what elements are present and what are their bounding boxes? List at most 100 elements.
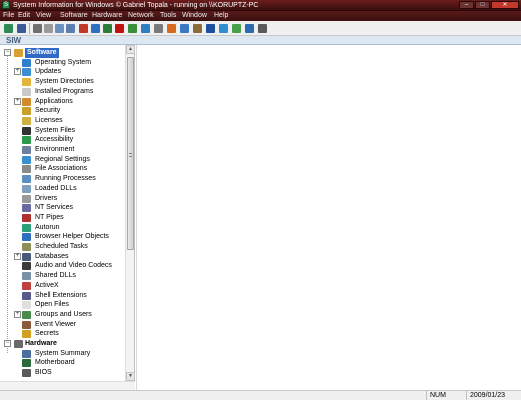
tree-item-label: Autorun [35,223,60,231]
tree-item-label: Loaded DLLs [35,184,77,192]
collapse-toggle[interactable]: − [4,340,11,347]
monitor-icon[interactable] [103,24,112,33]
print-icon[interactable] [33,24,42,33]
tree-item-label: Operating System [35,58,92,66]
navigation-tree[interactable]: − Software Operating System + Updates System … [0,45,135,390]
tree-item-label: Shell Extensions [35,291,87,299]
toolbar [0,21,521,36]
system-summary-icon [22,349,31,358]
shield-icon[interactable] [206,24,215,33]
tree-guide-line [7,53,8,353]
scroll-thumb[interactable] [127,57,134,250]
sensor-icon[interactable] [180,24,189,33]
menu-network[interactable]: Network [128,12,154,20]
expand-toggle[interactable]: + [14,68,21,76]
refresh-icon[interactable] [141,24,150,33]
collapse-toggle[interactable]: − [4,49,11,56]
shared-dlls-icon [22,272,31,281]
system-files-icon [22,126,31,135]
tree-item-label: Motherboard [35,359,75,367]
save-icon[interactable] [17,24,26,33]
tree-item-label: Running Processes [35,175,96,183]
scheduled-tasks-icon [22,243,31,251]
tree-item-label: Regional Settings [35,155,90,163]
chip-icon[interactable] [167,24,176,33]
codecs-icon [22,262,31,271]
tree-item-label: NT Services [35,204,73,212]
tree-item-label: Audio and Video Codecs [35,262,112,270]
tree-item-label: Browser Helper Objects [35,233,109,241]
close-button[interactable]: ✕ [491,1,519,9]
expand-toggle[interactable]: + [14,252,21,260]
copy-icon[interactable] [55,24,64,33]
tools-icon[interactable] [193,24,202,33]
info-icon[interactable] [245,24,254,33]
find-icon[interactable] [66,24,75,33]
menu-software[interactable]: Software [60,12,88,20]
tree-item-label: Updates [35,68,62,76]
status-datetime: 2009/01/23 17:02 [466,391,521,400]
tree-item-label: System Summary [35,349,91,357]
database-icon [22,252,31,261]
accessibility-icon [22,136,31,145]
help-icon[interactable] [91,24,100,33]
disk-icon[interactable] [154,24,163,33]
tree-item-label: System Directories [35,78,94,86]
environment-icon [22,146,31,154]
minimize-button[interactable]: – [459,1,474,9]
status-bar: NUM 2009/01/23 17:02 [0,390,521,400]
windows-icon [22,58,31,67]
users-icon [22,310,31,319]
processes-icon [22,175,31,184]
cut-icon[interactable] [44,24,53,33]
tree-category-label: Hardware [25,340,57,347]
menu-help[interactable]: Help [214,12,228,20]
drive-icon[interactable] [115,24,124,33]
menu-edit[interactable]: Edit [18,12,30,20]
maximize-button[interactable]: □ [475,1,490,9]
update-icon [22,68,31,77]
file-associations-icon [22,165,31,174]
secrets-icon [22,330,31,339]
tree-item-label: Environment [35,146,75,153]
tree-vertical-scrollbar[interactable]: ▲ ▼ [125,45,135,381]
hardware-category-icon [14,340,23,348]
services-icon [22,204,31,213]
expand-toggle[interactable]: + [14,97,21,105]
title-bar: S System Information for Windows © Gabri… [0,0,521,11]
menu-file[interactable]: File [3,12,14,20]
user-icon[interactable] [232,24,241,33]
network-icon[interactable] [128,24,137,33]
app-icon[interactable]: S [2,1,10,9]
globe-icon [22,155,31,164]
siw-header-bar: SIW [0,36,521,45]
tree-item-label: Shared DLLs [35,272,76,280]
details-pane[interactable] [136,45,521,390]
tree-item-label: File Associations [35,165,88,173]
stop-icon[interactable] [79,24,88,33]
menu-window[interactable]: Window [182,12,207,20]
applications-icon [22,97,31,106]
menu-hardware[interactable]: Hardware [92,12,122,20]
scroll-up-arrow[interactable]: ▲ [126,45,135,54]
toolbar-separator [29,23,30,34]
drivers-icon [22,194,31,203]
camera-icon[interactable] [258,24,267,33]
tree-item-label: ActiveX [35,281,59,289]
motherboard-icon [22,359,31,368]
menu-tools[interactable]: Tools [160,12,176,20]
open-files-icon [22,301,31,310]
scroll-down-arrow[interactable]: ▼ [126,372,135,381]
tree-item-label: Secrets [35,330,59,338]
globe-icon[interactable] [219,24,228,33]
shell-extensions-icon [22,291,31,300]
expand-toggle[interactable]: + [14,310,21,318]
tree-item-label: Databases [35,252,69,260]
menu-view[interactable]: View [36,12,51,20]
menu-bar: File Edit View Software Hardware Network… [0,11,521,21]
tree-item-label: System Files [35,126,76,134]
event-viewer-icon [22,320,31,329]
tree-horizontal-scrollbar[interactable] [0,381,135,390]
siw-label: SIW [6,36,22,45]
siw-icon[interactable] [4,24,13,33]
